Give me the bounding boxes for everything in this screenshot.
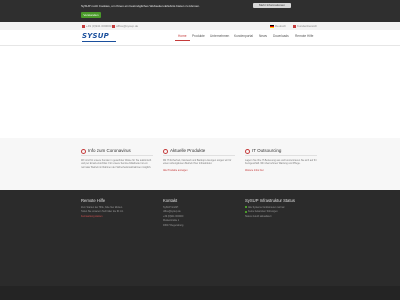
phone-icon [82, 24, 85, 28]
feature-outsourcing: IT Outsourcing Lagern Sie Ihre IT-Betreu… [245, 148, 317, 172]
feature-body: Wir sind für unsere Kunden in gewohnter … [81, 159, 152, 169]
nav-item-produkte[interactable]: Produkte [192, 34, 205, 38]
cookie-more-info-button[interactable]: Mehr Informationen [253, 3, 291, 8]
email-icon [112, 24, 115, 28]
nav-item-unternehmen[interactable]: Unternehmen [210, 34, 229, 38]
nav-item-downloads[interactable]: Downloads [273, 34, 289, 38]
feature-coronavirus: Info zum Coronavirus Wir sind für unsere… [81, 148, 153, 169]
feature-body: Lagern Sie Ihre IT-Betreuung aus und kon… [245, 159, 317, 166]
nav-item-home[interactable]: Home [178, 34, 187, 38]
user-icon [293, 24, 296, 28]
nav-item-news[interactable]: News [259, 34, 267, 38]
email-contact[interactable]: office@sysup.de [112, 24, 138, 28]
check-icon [163, 149, 168, 154]
status-ok-icon [245, 210, 247, 213]
feature-title: IT Outsourcing [252, 148, 282, 153]
footer-remote-help: Remote Hilfe Zum Starten der Hilfe, bitt… [81, 198, 157, 218]
nav-item-remote-hilfe[interactable]: Remote Hilfe [295, 34, 313, 38]
features-section: Info zum Coronavirus Wir sind für unsere… [0, 138, 400, 190]
german-flag-icon [270, 24, 274, 28]
cookie-text: SySUP nutzt Cookies, um Ihnen ein bestmö… [81, 4, 200, 8]
footer-line: Teilen Sie unserem Techniker die ID mit. [81, 210, 124, 214]
email-address: office@sysup.de [116, 24, 139, 28]
logo-text: SYSUP [82, 32, 109, 40]
status-ok-icon [245, 206, 247, 209]
status-line: Alle Systeme funktionieren normal [248, 206, 285, 209]
copyright-bar [0, 286, 400, 300]
nav-item-kundenportal[interactable]: Kundenportal [234, 34, 253, 38]
status-line: Status zuletzt aktualisiert [245, 214, 272, 218]
footer-line: 93047 Regensburg [163, 223, 184, 227]
remote-help-link[interactable]: Fernwartung starten [81, 215, 157, 218]
feature-link[interactable]: Alle Produkte anzeigen [163, 169, 235, 172]
footer-contact: Kontakt SySUP GmbH office@sysup.de +49 (… [163, 198, 239, 227]
phone-contact[interactable]: +49 (0)941 000000 [82, 24, 111, 28]
customer-login-link[interactable]: Kundenbereich [293, 24, 317, 28]
footer-title: Kontakt [163, 198, 178, 203]
footer-phone: +49 (0)941 000000 [163, 214, 184, 218]
site-header: SYSUP Home Produkte Unternehmen Kundenpo… [0, 30, 400, 46]
customer-login-label: Kundenbereich [297, 24, 318, 28]
footer-status: SySUP Infrastruktur Status Alle Systeme … [245, 198, 321, 218]
footer-title: Remote Hilfe [81, 198, 106, 203]
footer-email-link[interactable]: office@sysup.de [163, 210, 239, 213]
hero-area [0, 46, 400, 138]
sysup-logo[interactable]: SYSUP [82, 32, 116, 42]
footer-line: SySUP GmbH [163, 206, 179, 209]
phone-number: +49 (0)941 000000 [86, 24, 112, 28]
status-line: Keine bekannten Störungen [248, 210, 278, 214]
language-label: Deutsch [275, 24, 287, 28]
feature-products: Aktuelle Produkte Mit IT-Sicherheit, Net… [163, 148, 235, 172]
logo-underline [82, 41, 116, 42]
cookie-accept-button[interactable]: Verstanden [81, 12, 101, 18]
feature-link[interactable]: Weitere Infos hier [245, 169, 317, 172]
feature-title: Info zum Coronavirus [88, 148, 131, 153]
gear-icon [245, 149, 250, 154]
cookie-banner: SySUP nutzt Cookies, um Ihnen ein bestmö… [0, 0, 400, 22]
footer-line: Musterstraße 1 [163, 219, 180, 223]
info-icon [81, 149, 86, 154]
feature-body: Mit IT-Sicherheit, Netzwerk und Backup-L… [163, 159, 232, 166]
feature-title: Aktuelle Produkte [170, 148, 206, 153]
top-info-bar: +49 (0)941 000000 office@sysup.de Deutsc… [0, 22, 400, 30]
footer-title: SySUP Infrastruktur Status [245, 198, 295, 203]
active-nav-indicator [175, 40, 190, 41]
footer-line: Zum Starten der Hilfe, bitte hier klicke… [81, 206, 123, 209]
site-footer: Remote Hilfe Zum Starten der Hilfe, bitt… [0, 190, 400, 286]
language-selector[interactable]: Deutsch [270, 24, 286, 28]
